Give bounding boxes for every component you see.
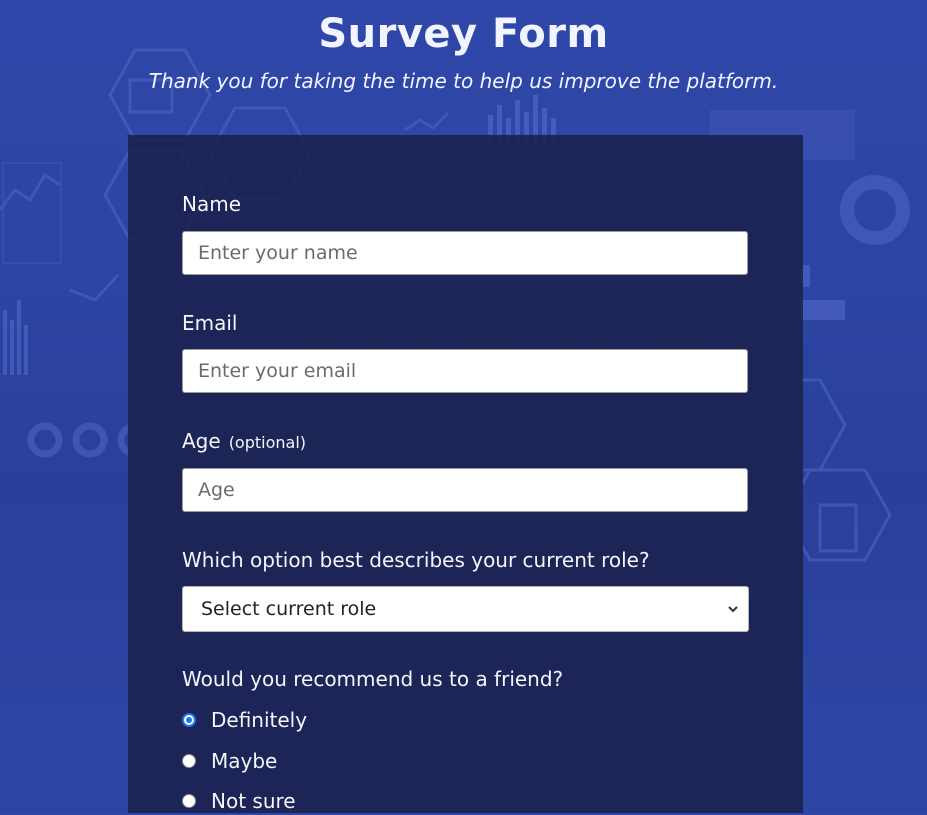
role-select-value: Select current role (201, 598, 377, 620)
radio-label: Maybe (211, 749, 278, 773)
name-label: Name (182, 192, 242, 216)
page-subtitle: Thank you for taking the time to help us… (148, 69, 779, 93)
email-input[interactable] (182, 349, 748, 393)
age-label: Age (optional) (182, 429, 306, 455)
radio-label: Not sure (211, 789, 296, 813)
age-input[interactable] (182, 468, 748, 512)
page-title: Survey Form (318, 11, 609, 57)
radio-button-checked[interactable] (182, 713, 196, 727)
email-label: Email (182, 311, 238, 335)
role-select[interactable]: Select current role (182, 586, 749, 632)
role-label: Which option best describes your current… (182, 548, 650, 572)
name-input[interactable] (182, 231, 748, 275)
age-label-text: Age (182, 429, 221, 453)
age-optional-text: (optional) (228, 433, 307, 452)
radio-label: Definitely (211, 708, 308, 732)
chevron-down-icon (728, 606, 738, 613)
recommend-label: Would you recommend us to a friend? (182, 667, 564, 691)
survey-form-card: Name Email Age (optional) Which option be… (128, 135, 803, 813)
radio-button[interactable] (182, 794, 196, 808)
radio-button[interactable] (182, 754, 196, 768)
